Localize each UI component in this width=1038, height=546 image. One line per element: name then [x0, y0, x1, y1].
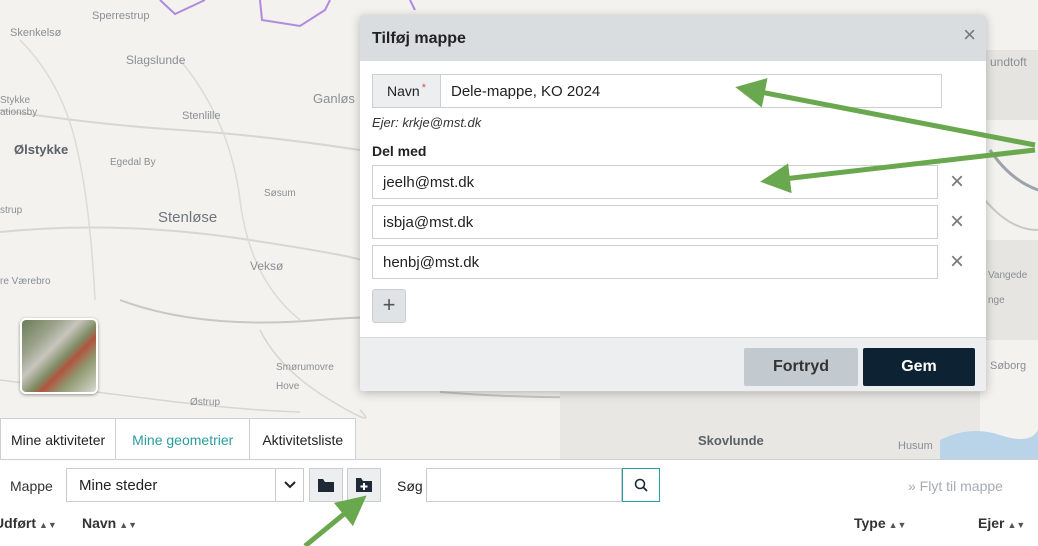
place-label: ationsby	[0, 107, 38, 118]
geometry-panel: Mappe Mine steder Søg » Flyt til mappe U…	[0, 459, 1038, 546]
column-header-navn[interactable]: Navn ▲▼	[82, 515, 137, 531]
remove-share-icon[interactable]: ×	[944, 169, 970, 195]
column-header-type[interactable]: Type ▲▼	[854, 515, 906, 531]
sort-icon: ▲▼	[1007, 520, 1026, 530]
column-label: Udført	[0, 515, 36, 531]
add-folder-button[interactable]	[347, 468, 381, 502]
place-label: re Værebro	[0, 276, 51, 287]
tab-mine-geometrier[interactable]: Mine geometrier	[115, 418, 251, 460]
place-label: nge	[988, 295, 1005, 306]
place-label: strup	[0, 205, 23, 216]
place-label: Stykke	[0, 95, 31, 106]
add-folder-dialog: Tilføj mappe × Navn * Dele-mappe, KO 2024…	[360, 15, 986, 391]
folder-select[interactable]: Mine steder	[66, 468, 304, 502]
place-label: Skenkelsø	[10, 27, 62, 39]
folder-select-value: Mine steder	[79, 476, 158, 494]
search-icon	[634, 478, 648, 492]
folder-label: Mappe	[10, 478, 53, 494]
column-label: Ejer	[978, 515, 1005, 531]
place-label: Ganløs	[313, 91, 355, 106]
open-folder-button[interactable]	[309, 468, 343, 502]
place-label: Hove	[276, 381, 300, 392]
place-label: Østrup	[190, 397, 221, 408]
sort-icon: ▲▼	[119, 520, 138, 530]
folder-plus-icon	[356, 478, 372, 492]
close-icon[interactable]: ×	[963, 24, 976, 46]
sort-icon: ▲▼	[39, 520, 57, 530]
remove-share-icon[interactable]: ×	[944, 209, 970, 235]
search-input[interactable]	[426, 468, 622, 502]
place-label: Søborg	[990, 360, 1027, 372]
place-label: Skovlunde	[698, 433, 764, 448]
search-label: Søg	[397, 478, 423, 494]
place-label: Ølstykke	[14, 142, 69, 157]
name-input[interactable]: Dele-mappe, KO 2024	[441, 75, 941, 107]
place-label: Stenlille	[182, 110, 221, 122]
place-label: Smørumovre	[276, 362, 334, 373]
tab-mine-aktiviteter[interactable]: Mine aktiviteter	[0, 418, 117, 460]
column-label: Type	[854, 515, 886, 531]
bottom-tabs: Mine aktiviteter Mine geometrier Aktivit…	[0, 418, 357, 460]
chevron-down-icon[interactable]	[275, 469, 303, 501]
place-label: Slagslunde	[126, 53, 186, 67]
dialog-header: Tilføj mappe ×	[360, 15, 986, 61]
add-share-button[interactable]: +	[372, 289, 406, 323]
place-label: Stenløse	[158, 209, 218, 226]
basemap-toggle-thumbnail[interactable]	[20, 318, 98, 394]
move-to-folder-link[interactable]: » Flyt til mappe	[908, 478, 1003, 494]
remove-share-icon[interactable]: ×	[944, 249, 970, 275]
share-email-input[interactable]: isbja@mst.dk	[372, 205, 938, 239]
cancel-button[interactable]: Fortryd	[744, 348, 858, 386]
column-header-ejer[interactable]: Ejer ▲▼	[978, 515, 1025, 531]
owner-text: Ejer: krkje@mst.dk	[372, 115, 482, 130]
required-mark: *	[421, 82, 426, 94]
column-label: Navn	[82, 515, 117, 531]
place-label: Vangede	[988, 270, 1028, 281]
dialog-title: Tilføj mappe	[372, 30, 466, 47]
save-button[interactable]: Gem	[863, 348, 975, 386]
place-label: Søsum	[264, 188, 296, 199]
folder-icon	[318, 478, 334, 492]
share-email-input[interactable]: jeelh@mst.dk	[372, 165, 938, 199]
name-field: Navn * Dele-mappe, KO 2024	[372, 74, 942, 108]
name-label: Navn *	[373, 75, 441, 107]
search-button[interactable]	[622, 468, 660, 502]
column-header-udfort[interactable]: Udført▲▼	[0, 515, 57, 531]
name-label-text: Navn	[387, 83, 420, 99]
share-email-input[interactable]: henbj@mst.dk	[372, 245, 938, 279]
sort-icon: ▲▼	[888, 520, 907, 530]
dialog-footer: Fortryd Gem	[360, 337, 986, 391]
place-label: undtoft	[990, 55, 1027, 69]
place-label: Veksø	[250, 259, 284, 273]
tab-aktivitetsliste[interactable]: Aktivitetsliste	[249, 418, 357, 460]
share-title: Del med	[372, 143, 427, 159]
place-label: Husum	[898, 440, 933, 452]
place-label: Egedal By	[110, 157, 156, 168]
place-label: Sperrestrup	[92, 10, 150, 22]
